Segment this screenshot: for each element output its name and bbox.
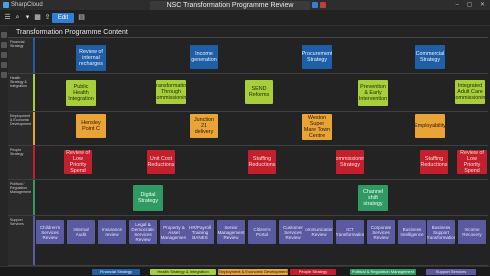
card-employability[interactable]: Employability	[415, 114, 445, 138]
filter-icon[interactable]: ▾	[23, 14, 32, 22]
card-send-reforms[interactable]: SEND Reforms	[245, 80, 273, 104]
relationships-icon[interactable]	[1, 52, 7, 58]
card-review-internal-recharges[interactable]: Review of internal recharges	[76, 45, 106, 71]
category-legend: Financial Strategy Health Strategy & Int…	[0, 266, 490, 276]
view-heading: Transformation Programme Content	[16, 29, 128, 36]
card-staffing-reductions[interactable]: Staffing Reductions	[420, 150, 448, 174]
layers-icon[interactable]	[1, 32, 7, 38]
card-unit-cost-reductions[interactable]: Unit Cost Reductions	[147, 150, 175, 174]
card-business-support-transformation[interactable]: Business Support Transformation	[427, 220, 455, 244]
card-property-asset-management[interactable]: Property & Asset Management	[160, 220, 188, 244]
card-income-generation[interactable]: Income generation	[190, 45, 218, 69]
card-citizens-portal[interactable]: Citizen's Portal	[248, 220, 276, 244]
lane-label: People Strategy	[8, 146, 33, 179]
card-weston-town-centre[interactable]: Weston Super Mare Town Centre	[302, 114, 332, 140]
lane-label: Health Strategy & Integration	[8, 74, 33, 111]
legend-employment[interactable]: Employment & Economic Development	[218, 269, 288, 275]
card-staffing-reductions[interactable]: Staffing Reductions	[248, 150, 276, 174]
card-communications-review[interactable]: Communications Review	[305, 220, 333, 244]
window-controls[interactable]: – ▢ ✕	[456, 1, 488, 9]
lane-label: Financial Strategy	[8, 38, 33, 73]
card-commercial-strategy[interactable]: Commercial Strategy	[415, 45, 445, 69]
lane-label: Support Services	[8, 216, 33, 265]
lane-label: Employment & Economic Development	[8, 112, 33, 145]
left-tool-strip	[0, 26, 8, 266]
card-junction-21-delivery[interactable]: Junction 21 delivery	[190, 114, 218, 138]
title-bar: SharpCloud NSC Transformation Programme …	[0, 0, 490, 10]
card-hr-payroll-training[interactable]: HR/Payroll Training BANES	[186, 220, 214, 244]
edit-button[interactable]: Edit	[52, 13, 74, 23]
card-senior-management-review[interactable]: Senior Management Review	[217, 220, 245, 244]
search-icon[interactable]: ⌕	[13, 14, 22, 22]
card-integrated-adult-care[interactable]: Integrated Adult Care Commissioning	[455, 80, 485, 104]
card-hensley-point-c[interactable]: Hensley Point C	[76, 114, 106, 138]
story-info-icon[interactable]	[312, 2, 318, 8]
legend-financial-strategy[interactable]: Financial Strategy	[92, 269, 140, 275]
card-internal-audit[interactable]: Internal Audit	[67, 220, 95, 244]
legend-health-strategy[interactable]: Health Strategy & Integration	[150, 269, 216, 275]
menu-icon[interactable]: ☰	[3, 14, 12, 22]
legend-support-services[interactable]: Support Services	[426, 269, 476, 275]
card-digital-strategy[interactable]: Digital Strategy	[133, 185, 163, 211]
legend-people-strategy[interactable]: People Strategy	[290, 269, 336, 275]
close-story-icon[interactable]	[320, 2, 326, 8]
share-icon[interactable]: ⇪	[43, 14, 52, 22]
card-business-intelligence[interactable]: Business Intelligence	[398, 220, 426, 244]
card-legal-democratic-review[interactable]: Legal & Democratic Services Review	[129, 220, 157, 244]
lane-accent	[33, 180, 35, 215]
lane-accent	[33, 146, 35, 179]
toolbar: ☰ ⌕ ▾ ▦ ⇪ Edit ▤	[0, 10, 490, 26]
timeline-icon[interactable]	[1, 42, 7, 48]
card-procurement-strategy[interactable]: Procurement Strategy	[302, 45, 332, 69]
card-childrens-services-review[interactable]: Children's Services Review	[36, 220, 64, 244]
card-commissioning-strategy[interactable]: Commissioning Strategy	[336, 150, 364, 174]
card-income-recovery[interactable]: Income Recovery	[458, 220, 486, 244]
legend-political-regulation[interactable]: Political & Regulation Management	[350, 269, 416, 275]
card-customer-services-review[interactable]: Customer Services Review	[279, 220, 307, 244]
lane-accent	[33, 112, 35, 145]
lane-accent	[33, 216, 35, 265]
card-corporate-services-review[interactable]: Corporate Services Review	[367, 220, 395, 244]
card-transformation-commissioning[interactable]: Transformation Through Commissioning	[156, 80, 186, 104]
lane-political: Political / Regulation Management	[8, 180, 488, 216]
attributes-icon[interactable]	[1, 62, 7, 68]
lane-label: Political / Regulation Management	[8, 180, 33, 215]
view-icon[interactable]: ▦	[33, 14, 42, 22]
card-ict-transformation[interactable]: ICT Transformation	[336, 220, 364, 244]
card-insurance-review[interactable]: Insurance review	[98, 220, 126, 244]
grid-icon[interactable]: ▤	[77, 14, 86, 22]
app-logo-icon	[3, 2, 9, 8]
card-public-health-integration[interactable]: Public Health Integration	[66, 80, 96, 106]
card-review-low-priority-spend[interactable]: Review of Low Priority Spend	[457, 150, 487, 174]
settings-icon[interactable]	[1, 72, 7, 78]
lane-accent	[33, 74, 35, 111]
lane-accent	[33, 38, 35, 73]
card-review-low-priority-spend[interactable]: Review of Low Priority Spend	[64, 150, 92, 174]
card-channel-shift-strategy[interactable]: Channel shift strategy	[358, 185, 388, 211]
document-title: NSC Transformation Programme Review	[150, 1, 310, 10]
app-name: SharpCloud	[11, 2, 43, 8]
card-prevention-early-intervention[interactable]: Prevention & Early Intervention	[358, 80, 388, 106]
